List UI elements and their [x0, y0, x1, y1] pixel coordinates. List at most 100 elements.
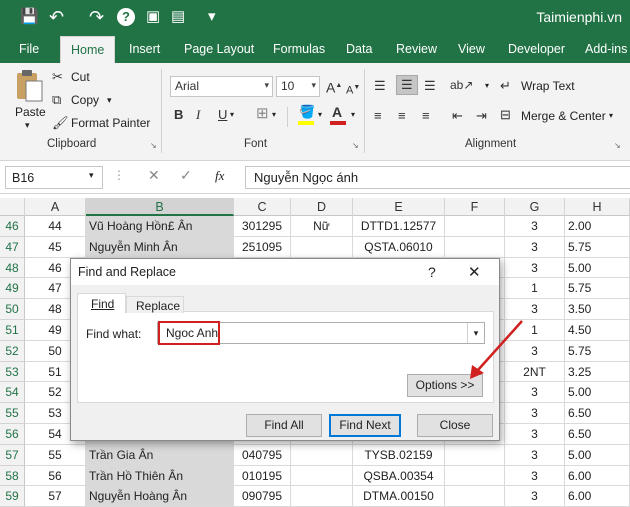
- table-cell[interactable]: TYSB.02159: [353, 444, 445, 466]
- undo-icon[interactable]: ↶: [49, 8, 64, 26]
- increase-font-icon[interactable]: A▲: [326, 78, 342, 96]
- font-size-combo[interactable]: 10 ▾: [276, 76, 320, 97]
- column-header[interactable]: H: [565, 198, 630, 216]
- table-cell[interactable]: DTTD1.12577: [353, 216, 445, 237]
- column-header[interactable]: E: [353, 198, 445, 216]
- select-all-corner[interactable]: [0, 198, 25, 216]
- dialog-launcher-icon[interactable]: ↘: [614, 141, 621, 150]
- table-cell[interactable]: 3: [505, 486, 565, 507]
- table-cell[interactable]: 3: [505, 236, 565, 258]
- fill-dropdown-icon[interactable]: ▾: [318, 110, 322, 119]
- table-cell[interactable]: Nguyễn Hoàng Ân: [86, 486, 234, 507]
- format-painter-button[interactable]: Format Painter: [71, 116, 150, 130]
- table-cell[interactable]: Trần Hồ Thiên Ân: [86, 465, 234, 487]
- table-cell[interactable]: 040795: [234, 444, 291, 466]
- cut-button[interactable]: Cut: [71, 70, 90, 84]
- tab-review[interactable]: Review: [396, 41, 437, 58]
- table-cell[interactable]: [291, 444, 353, 466]
- insert-function-icon[interactable]: fx: [215, 168, 224, 184]
- row-header[interactable]: 46: [0, 216, 25, 237]
- row-header[interactable]: 58: [0, 465, 25, 487]
- underline-button[interactable]: U: [218, 107, 227, 123]
- chevron-down-icon[interactable]: ▾: [467, 323, 484, 343]
- copy-icon[interactable]: ⧉: [52, 92, 61, 108]
- table-cell[interactable]: 2.00: [565, 216, 630, 237]
- table-cell[interactable]: 3: [505, 257, 565, 279]
- format-painter-icon[interactable]: 🖌: [52, 115, 69, 131]
- row-header[interactable]: 49: [0, 278, 25, 300]
- row-header[interactable]: 55: [0, 403, 25, 424]
- row-header[interactable]: 48: [0, 257, 25, 279]
- orientation-icon[interactable]: ab↗: [450, 77, 473, 93]
- table-cell[interactable]: 1: [505, 278, 565, 300]
- image-icon[interactable]: ▣: [146, 8, 160, 26]
- copy-button[interactable]: Copy: [71, 93, 99, 107]
- table-cell[interactable]: 4.50: [565, 320, 630, 341]
- table-cell[interactable]: [445, 486, 505, 507]
- table-cell[interactable]: 56: [25, 465, 86, 487]
- table-cell[interactable]: 5.75: [565, 278, 630, 300]
- table-cell[interactable]: 3.50: [565, 299, 630, 320]
- table-cell[interactable]: 3: [505, 340, 565, 362]
- font-color-icon[interactable]: A: [332, 104, 342, 120]
- row-header[interactable]: 56: [0, 424, 25, 445]
- table-cell[interactable]: 3: [505, 216, 565, 237]
- borders-dropdown-icon[interactable]: ▾: [272, 110, 276, 119]
- row-header[interactable]: 57: [0, 444, 25, 466]
- table-cell[interactable]: 5.75: [565, 236, 630, 258]
- table-cell[interactable]: QSBA.00354: [353, 465, 445, 487]
- namebox-dropdown-icon[interactable]: ▾: [89, 170, 94, 181]
- tab-developer[interactable]: Developer: [508, 41, 565, 58]
- table-cell[interactable]: 3: [505, 403, 565, 424]
- table-cell[interactable]: 6.00: [565, 486, 630, 507]
- tab-formulas[interactable]: Formulas: [273, 41, 325, 58]
- row-header[interactable]: 47: [0, 236, 25, 258]
- tab-add-ins[interactable]: Add-ins: [585, 41, 627, 58]
- table-cell[interactable]: QSTA.06010: [353, 236, 445, 258]
- underline-dropdown-icon[interactable]: ▾: [230, 110, 234, 119]
- paste-dropdown-icon[interactable]: ▾: [25, 120, 30, 131]
- save-icon[interactable]: 💾: [20, 8, 39, 26]
- tab-find[interactable]: Find: [77, 293, 126, 313]
- align-left-icon[interactable]: ≡: [374, 108, 382, 124]
- column-header[interactable]: G: [505, 198, 565, 216]
- dialog-help-icon[interactable]: ?: [428, 264, 436, 280]
- cancel-icon[interactable]: ✕: [148, 167, 160, 184]
- table-cell[interactable]: 6.00: [565, 465, 630, 487]
- enter-icon[interactable]: ✓: [180, 167, 192, 184]
- align-right-icon[interactable]: ≡: [422, 108, 430, 124]
- table-cell[interactable]: Vũ Hoàng Hồn£ Ân: [86, 216, 234, 237]
- font-name-combo[interactable]: Arial ▾: [170, 76, 273, 97]
- table-cell[interactable]: [291, 486, 353, 507]
- table-cell[interactable]: Nữ: [291, 216, 353, 237]
- customize-toolbar-icon[interactable]: ▾: [208, 8, 216, 26]
- table-cell[interactable]: 301295: [234, 216, 291, 237]
- table-cell[interactable]: 6.50: [565, 424, 630, 445]
- orientation-dropdown-icon[interactable]: ▾: [485, 81, 489, 90]
- tab-replace[interactable]: Replace: [126, 296, 184, 313]
- column-header[interactable]: B: [86, 198, 234, 216]
- fill-color-icon[interactable]: 🪣: [299, 104, 315, 120]
- tab-view[interactable]: View: [458, 41, 485, 58]
- paste-icon[interactable]: [14, 69, 44, 103]
- table-cell[interactable]: 5.00: [565, 257, 630, 279]
- table-cell[interactable]: [445, 216, 505, 237]
- column-header[interactable]: A: [25, 198, 86, 216]
- font-color-dropdown-icon[interactable]: ▾: [351, 110, 355, 119]
- table-cell[interactable]: 010195: [234, 465, 291, 487]
- decrease-font-icon[interactable]: A▼: [346, 80, 360, 99]
- dialog-close-icon[interactable]: ✕: [468, 263, 481, 281]
- redo-icon[interactable]: ↷: [89, 8, 104, 26]
- table-cell[interactable]: 5.00: [565, 382, 630, 404]
- table-cell[interactable]: 5.00: [565, 444, 630, 466]
- bold-button[interactable]: B: [174, 107, 183, 123]
- table-cell[interactable]: 251095: [234, 236, 291, 258]
- row-header[interactable]: 59: [0, 486, 25, 507]
- table-cell[interactable]: 3: [505, 299, 565, 320]
- tab-data[interactable]: Data: [346, 41, 372, 58]
- row-header[interactable]: 54: [0, 382, 25, 404]
- table-cell[interactable]: [291, 236, 353, 258]
- row-header[interactable]: 52: [0, 340, 25, 362]
- column-header[interactable]: C: [234, 198, 291, 216]
- options-button[interactable]: Options >>: [407, 374, 483, 397]
